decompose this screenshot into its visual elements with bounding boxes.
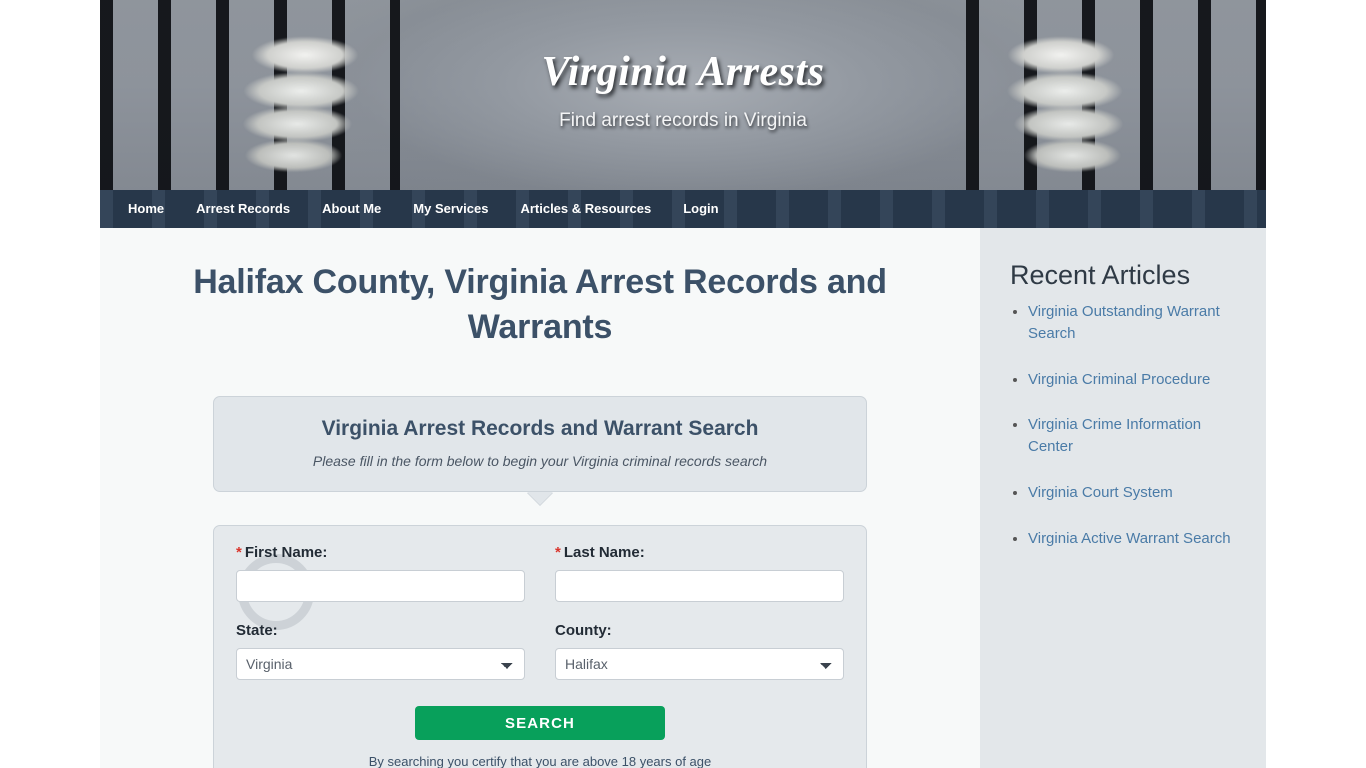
state-label: State: [236,621,278,639]
search-button-container: SEARCH [236,705,844,740]
sidebar-link-criminal-procedure[interactable]: Virginia Criminal Procedure [1028,371,1210,388]
nav-list: Home Arrest Records About Me My Services… [100,190,735,228]
first-name-label: * First Name: [236,544,525,561]
county-label: County: [555,621,612,639]
main-content: Halifax County, Virginia Arrest Records … [100,228,980,768]
sidebar-link-court-system[interactable]: Virginia Court System [1028,484,1173,501]
main-navigation: Home Arrest Records About Me My Services… [100,190,1266,228]
sidebar-link-crime-information-center[interactable]: Virginia Crime Information Center [1028,416,1201,455]
list-item: Virginia Crime Information Center [1028,414,1238,458]
state-field-group: State: Virginia [236,622,525,680]
name-fields-row: * First Name: * Last Name: [236,544,844,602]
sidebar-link-active-warrant-search[interactable]: Virginia Active Warrant Search [1028,530,1231,547]
first-name-input[interactable] [236,569,525,602]
nav-item-about-me[interactable]: About Me [306,190,397,228]
nav-item-home[interactable]: Home [112,190,180,228]
county-field-group: County: Halifax [555,622,844,680]
nav-item-articles-resources[interactable]: Articles & Resources [504,190,667,228]
body-row: Halifax County, Virginia Arrest Records … [100,228,1266,768]
list-item: Virginia Active Warrant Search [1028,528,1238,550]
required-asterisk: * [236,543,242,561]
nav-item-my-services[interactable]: My Services [397,190,504,228]
sidebar-title: Recent Articles [1010,260,1191,290]
site-tagline: Find arrest records in Virginia [559,110,807,131]
last-name-input[interactable] [555,569,844,602]
last-name-label: * Last Name: [555,544,844,561]
first-name-label-text: First Name: [244,543,328,561]
nav-item-arrest-records[interactable]: Arrest Records [180,190,306,228]
search-button[interactable]: SEARCH [415,705,665,740]
search-form: * First Name: * Last Name: State: Virgin… [213,524,867,768]
list-item: Virginia Criminal Procedure [1028,369,1238,391]
age-disclaimer: By searching you certify that you are ab… [368,753,712,768]
search-callout: Virginia Arrest Records and Warrant Sear… [213,395,867,505]
callout-subtitle: Please fill in the form below to begin y… [312,452,768,469]
first-name-field-group: * First Name: [236,544,525,602]
callout-tail-arrow [527,491,553,505]
list-item: Virginia Outstanding Warrant Search [1028,301,1238,345]
field-row-spacer [236,602,844,622]
page-container: Virginia Arrests Find arrest records in … [100,0,1266,768]
location-fields-row: State: Virginia County: Halifax [236,622,844,680]
last-name-label-text: Last Name: [563,543,645,561]
page-title: Halifax County, Virginia Arrest Records … [193,263,887,346]
sidebar: Recent Articles Virginia Outstanding War… [980,228,1266,768]
nav-item-login[interactable]: Login [667,190,734,228]
sidebar-link-outstanding-warrant-search[interactable]: Virginia Outstanding Warrant Search [1028,303,1220,342]
site-title: Virginia Arrests [541,49,825,95]
recent-articles-list: Virginia Outstanding Warrant Search Virg… [1010,301,1238,549]
last-name-field-group: * Last Name: [555,544,844,602]
site-banner: Virginia Arrests Find arrest records in … [100,0,1266,190]
callout-title: Virginia Arrest Records and Warrant Sear… [321,416,759,440]
state-select[interactable]: Virginia [236,647,525,680]
list-item: Virginia Court System [1028,482,1238,504]
county-select[interactable]: Halifax [555,647,844,680]
required-asterisk: * [555,543,561,561]
